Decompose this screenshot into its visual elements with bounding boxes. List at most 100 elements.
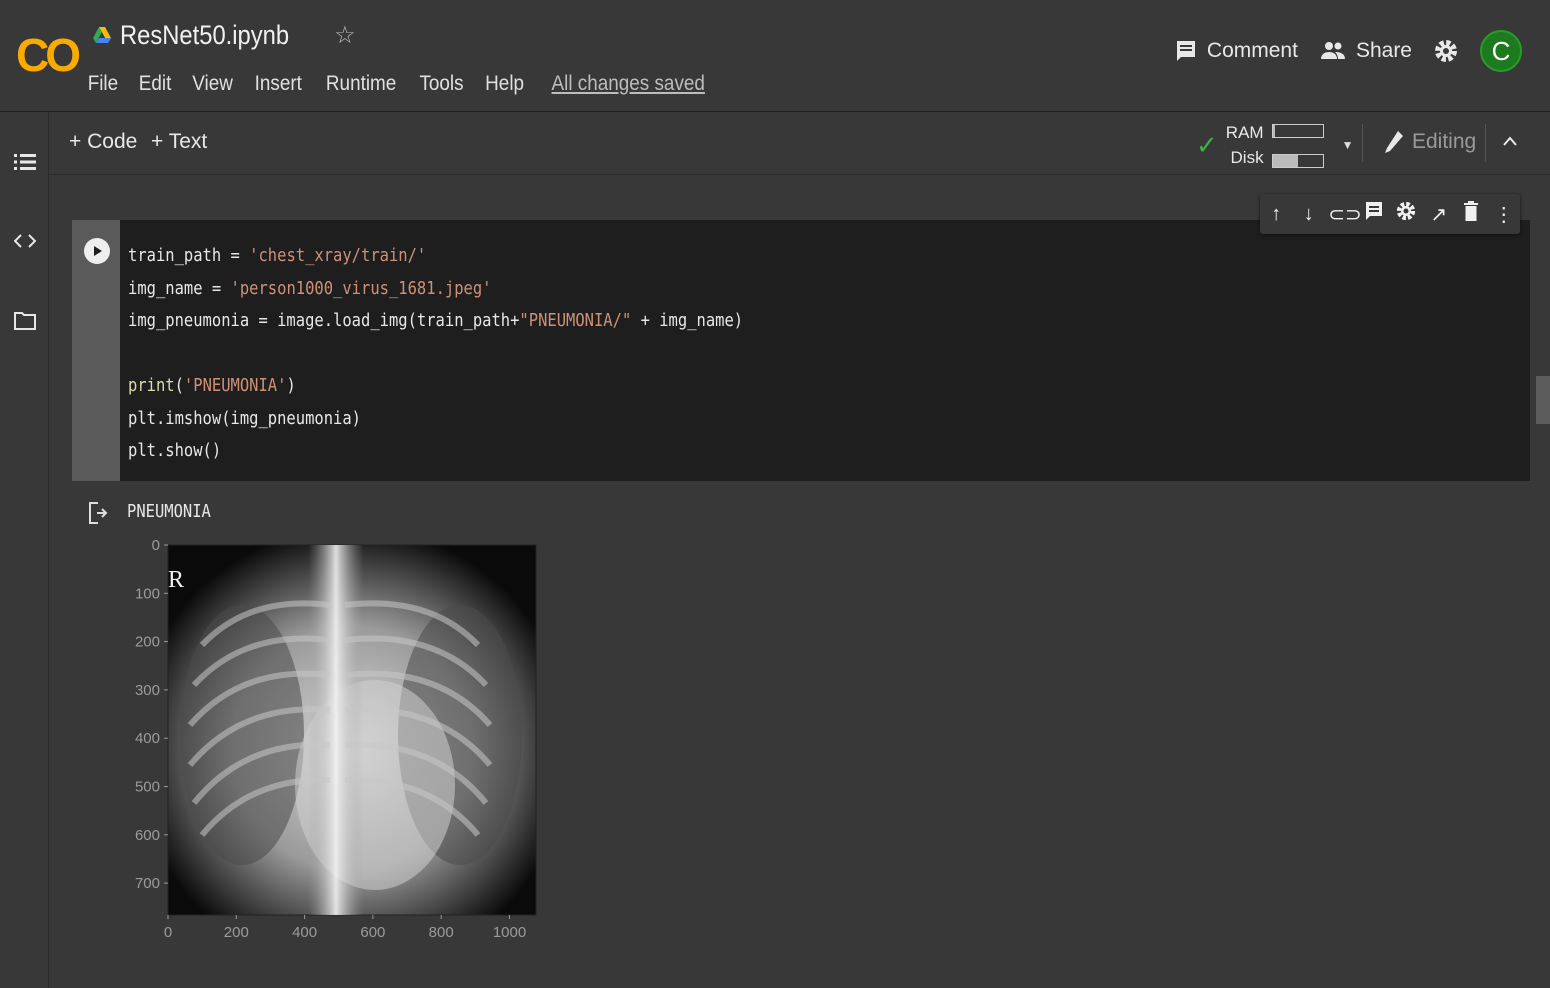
- menu-help[interactable]: Help: [485, 72, 524, 96]
- code-token: img_pneumonia = image.load_img(train_pat…: [128, 310, 520, 331]
- scrollbar-thumb[interactable]: [1536, 376, 1550, 424]
- comment-label: Comment: [1206, 39, 1298, 62]
- run-cell-button[interactable]: [84, 238, 110, 264]
- open-in-tab-icon[interactable]: ↗: [1426, 202, 1452, 227]
- x-axis: 0 200 400 600 800 1000: [164, 915, 526, 941]
- y-tick-label: 700: [135, 875, 160, 892]
- editing-label: Editing: [1412, 130, 1477, 153]
- account-avatar[interactable]: C: [1480, 30, 1522, 72]
- folder-icon[interactable]: [13, 308, 37, 332]
- y-tick-label: 500: [135, 779, 160, 796]
- y-tick-label: 400: [135, 730, 160, 747]
- disk-bar: [1271, 154, 1324, 168]
- menu-view[interactable]: View: [192, 72, 233, 96]
- connected-check-icon: ✓: [1196, 129, 1218, 160]
- save-status[interactable]: All changes saved: [552, 72, 705, 96]
- code-token: "PNEUMONIA/": [519, 310, 632, 331]
- share-button[interactable]: Share: [1320, 39, 1412, 63]
- resource-labels: RAM Disk: [1226, 120, 1264, 170]
- disk-bar-fill: [1272, 155, 1298, 167]
- colab-logo[interactable]: CO: [16, 28, 81, 82]
- x-tick-label: 600: [360, 924, 385, 941]
- code-token: + img_name): [631, 310, 744, 331]
- xray-plot: R 0 100 200 300 400 500 600 700 0 200 400 600 800 10…: [135, 537, 537, 941]
- resource-monitor[interactable]: ✓ RAM Disk ▼: [1196, 120, 1353, 170]
- code-token: train_path =: [128, 245, 250, 266]
- y-tick-label: 600: [135, 827, 160, 844]
- code-cell[interactable]: train_path = 'chest_xray/train/' img_name…: [72, 194, 1530, 974]
- x-tick-label: 0: [164, 924, 172, 941]
- code-lines: train_path = 'chest_xray/train/' img_name…: [128, 240, 743, 468]
- comment-icon: [1176, 41, 1195, 61]
- x-tick-label: 1000: [493, 924, 526, 941]
- add-code-button[interactable]: + Code: [69, 130, 137, 154]
- gear-icon[interactable]: [1434, 39, 1458, 63]
- cell-toolbar: ↑ ↓ ⊂⊃ ↗ ⋮: [1260, 194, 1520, 234]
- share-label: Share: [1355, 39, 1412, 62]
- y-tick-label: 300: [135, 682, 160, 699]
- code-editor[interactable]: train_path = 'chest_xray/train/' img_name…: [120, 220, 1530, 481]
- header-actions: Comment Share C: [1175, 30, 1522, 72]
- code-line: img_pneumonia = image.load_img(train_pat…: [128, 305, 743, 338]
- code-line: print('PNEUMONIA'): [128, 370, 743, 403]
- y-tick-label: 0: [152, 537, 160, 554]
- menu-bar: File Edit View Insert Runtime Tools Help…: [86, 72, 714, 96]
- toolbar-divider: [1485, 124, 1486, 162]
- people-icon: [1320, 42, 1345, 59]
- add-text-button[interactable]: + Text: [151, 130, 207, 154]
- code-line: plt.imshow(img_pneumonia): [128, 403, 743, 436]
- pencil-icon: [1385, 131, 1403, 153]
- menu-insert[interactable]: Insert: [255, 72, 302, 96]
- ram-label: RAM: [1225, 123, 1264, 142]
- app-header: CO ResNet50.ipynb ☆ File Edit View Inser…: [0, 0, 1550, 112]
- code-line: plt.show(): [128, 435, 743, 468]
- cell-gutter: [72, 220, 120, 481]
- x-tick-label: 400: [292, 924, 317, 941]
- move-up-icon[interactable]: ↑: [1263, 203, 1289, 226]
- y-tick-label: 100: [135, 585, 160, 602]
- y-tick-label: 200: [135, 634, 160, 651]
- code-token: print: [128, 375, 175, 396]
- more-options-icon[interactable]: ⋮: [1491, 202, 1517, 227]
- star-icon[interactable]: ☆: [334, 21, 356, 50]
- left-sidebar: [0, 112, 49, 988]
- google-drive-icon: [93, 26, 111, 43]
- play-icon: [94, 246, 102, 256]
- menu-runtime[interactable]: Runtime: [326, 72, 396, 96]
- code-token: 'PNEUMONIA': [183, 375, 287, 396]
- table-of-contents-icon[interactable]: [13, 150, 37, 174]
- disk-label: Disk: [1230, 148, 1264, 167]
- notebook-toolbar: + Code + Text ✓ RAM Disk ▼ Editing: [49, 112, 1550, 175]
- caret-down-icon[interactable]: ▼: [1342, 138, 1354, 152]
- output-redirect-icon[interactable]: [88, 501, 108, 531]
- code-token: 'person1000_virus_1681.jpeg': [230, 277, 492, 299]
- code-line: img_name = 'person1000_virus_1681.jpeg': [128, 273, 743, 306]
- code-token: img_name =: [128, 277, 231, 299]
- delete-icon[interactable]: [1458, 201, 1484, 227]
- output-text: PNEUMONIA: [127, 501, 211, 522]
- y-axis: 0 100 200 300 400 500 600 700: [135, 537, 168, 892]
- collapse-header-icon[interactable]: [1502, 130, 1518, 153]
- notebook-title[interactable]: ResNet50.ipynb: [120, 20, 289, 51]
- code-token: (: [174, 375, 184, 396]
- xray-image: R: [167, 544, 537, 916]
- cell-settings-icon[interactable]: [1393, 201, 1419, 227]
- code-token: plt.imshow(img_pneumonia): [128, 407, 362, 429]
- menu-file[interactable]: File: [88, 72, 118, 96]
- link-icon[interactable]: ⊂⊃: [1328, 202, 1362, 227]
- comment-button[interactable]: Comment: [1175, 39, 1298, 63]
- move-down-icon[interactable]: ↓: [1296, 203, 1322, 226]
- resource-bars: [1271, 124, 1324, 168]
- cell-output: PNEUMONIA R 0 100 200 300 400 500 600 70…: [72, 481, 1530, 974]
- image-marker: R: [168, 567, 184, 593]
- menu-tools[interactable]: Tools: [419, 72, 463, 96]
- code-snippets-icon[interactable]: [13, 229, 37, 253]
- ram-bar: [1271, 124, 1324, 138]
- code-token: plt.show(): [128, 440, 222, 461]
- x-tick-label: 200: [224, 924, 249, 941]
- editing-mode-button[interactable]: Editing: [1384, 130, 1476, 154]
- menu-edit[interactable]: Edit: [139, 72, 172, 96]
- comment-cell-icon[interactable]: [1361, 201, 1387, 227]
- code-line: train_path = 'chest_xray/train/': [128, 240, 743, 273]
